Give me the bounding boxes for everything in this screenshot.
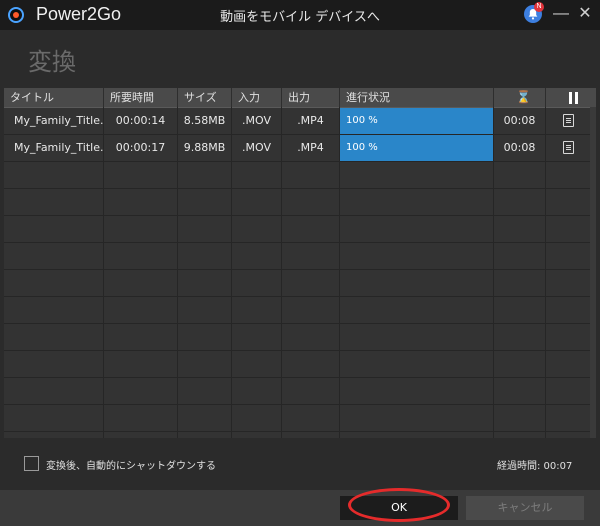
app-name: Power2Go [36, 4, 122, 24]
column-header-title[interactable]: タイトル [4, 88, 104, 107]
elapsed-time: 経過時間: 00:07 [497, 461, 573, 472]
empty-table-row [4, 324, 596, 351]
empty-table-row [4, 378, 596, 405]
table-row[interactable]: My_Family_Title... 00:00:14 8.58MB .MOV … [4, 108, 596, 135]
column-divider [281, 107, 282, 438]
column-divider [493, 107, 494, 438]
empty-table-row [4, 351, 596, 378]
progress-label: 100 % [346, 115, 378, 126]
row-duration: 00:00:14 [104, 108, 178, 134]
table-header: タイトル 所要時間 サイズ 入力 出力 進行状況 ⌛ [4, 88, 596, 108]
empty-table-row [4, 270, 596, 297]
column-divider [231, 107, 232, 438]
row-size: 8.58MB [178, 108, 232, 134]
row-output: .MP4 [282, 135, 340, 161]
row-input: .MOV [232, 135, 282, 161]
empty-table-row [4, 243, 596, 270]
column-divider [545, 107, 546, 438]
row-output: .MP4 [282, 108, 340, 134]
empty-table-row [4, 189, 596, 216]
row-log-cell [546, 108, 590, 134]
progress-label: 100 % [346, 142, 378, 153]
vertical-scrollbar[interactable] [590, 107, 596, 438]
log-document-icon[interactable] [562, 114, 574, 127]
column-header-progress[interactable]: 進行状況 [340, 88, 494, 107]
window-title: 動画をモバイル デバイスへ [220, 10, 380, 25]
notification-badge: N [534, 2, 544, 12]
conversion-table: タイトル 所要時間 サイズ 入力 出力 進行状況 ⌛ My_Family_Tit… [4, 88, 596, 438]
log-document-icon[interactable] [562, 141, 574, 154]
empty-table-row [4, 162, 596, 189]
row-time: 00:08 [494, 108, 546, 134]
page-title: 変換 [28, 48, 76, 76]
ok-highlight-annotation [348, 488, 450, 522]
power2go-logo-icon [8, 7, 24, 23]
progress-bar: 100 % [340, 135, 494, 161]
shutdown-checkbox[interactable] [24, 456, 39, 471]
title-bar: Power2Go 動画をモバイル デバイスへ N — ✕ [0, 0, 600, 30]
column-divider [103, 107, 104, 438]
column-header-duration[interactable]: 所要時間 [104, 88, 178, 107]
cancel-button: キャンセル [466, 496, 584, 520]
row-time: 00:08 [494, 135, 546, 161]
row-input: .MOV [232, 108, 282, 134]
progress-bar: 100 % [340, 108, 494, 134]
column-header-input[interactable]: 入力 [232, 88, 282, 107]
empty-table-row [4, 297, 596, 324]
column-header-size[interactable]: サイズ [178, 88, 232, 107]
empty-table-row [4, 405, 596, 432]
pause-icon[interactable] [568, 92, 579, 104]
close-button[interactable]: ✕ [576, 4, 594, 24]
empty-table-row [4, 432, 596, 438]
row-log-cell [546, 135, 590, 161]
row-title: My_Family_Title... [4, 108, 104, 134]
row-title: My_Family_Title... [4, 135, 104, 161]
column-divider [339, 107, 340, 438]
column-divider [177, 107, 178, 438]
hourglass-icon: ⌛ [516, 90, 531, 104]
minimize-button[interactable]: — [552, 4, 570, 24]
shutdown-checkbox-label: 変換後、自動的にシャットダウンする [46, 461, 216, 472]
column-header-output[interactable]: 出力 [282, 88, 340, 107]
empty-table-row [4, 216, 596, 243]
table-row[interactable]: My_Family_Title... 00:00:17 9.88MB .MOV … [4, 135, 596, 162]
row-size: 9.88MB [178, 135, 232, 161]
row-duration: 00:00:17 [104, 135, 178, 161]
